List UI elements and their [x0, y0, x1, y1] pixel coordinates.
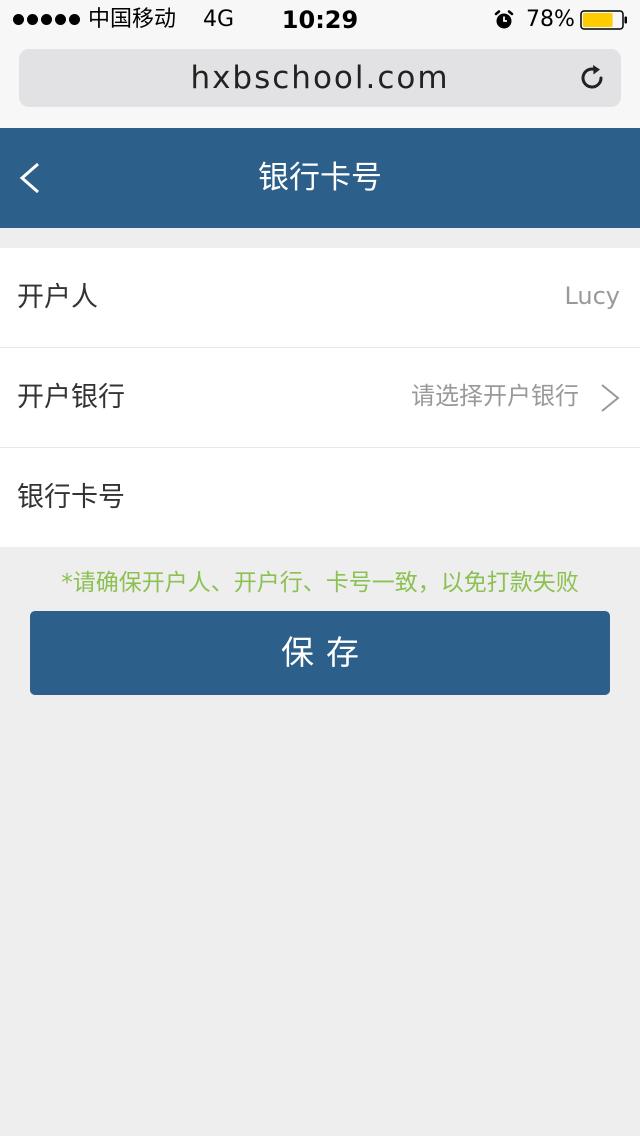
bank-card-form: 开户人 Lucy 开户银行 请选择开户银行 银行卡号 — [0, 248, 640, 547]
url-field[interactable]: hxbschool.com — [19, 49, 621, 107]
url-text[interactable]: hxbschool.com — [19, 49, 621, 107]
page-title: 银行卡号 — [258, 160, 382, 196]
browser-address-bar: hxbschool.com — [0, 40, 640, 128]
reload-icon[interactable] — [577, 63, 607, 93]
chevron-right-icon[interactable] — [598, 383, 622, 413]
account-holder-row: 开户人 Lucy — [0, 248, 640, 348]
account-holder-label: 开户人 — [17, 282, 98, 313]
save-button[interactable]: 保存 — [30, 611, 610, 695]
notice-text: *请确保开户人、开户行、卡号一致，以免打款失败 — [61, 570, 579, 596]
card-number-label: 银行卡号 — [17, 482, 125, 513]
nav-header: 银行卡号 — [0, 128, 640, 228]
account-holder-value: Lucy — [564, 282, 620, 310]
card-number-input[interactable] — [160, 468, 624, 526]
alarm-icon — [494, 10, 514, 29]
bank-label: 开户银行 — [17, 382, 125, 413]
status-bar: 中国移动 4G 10:29 78% — [0, 0, 640, 40]
battery-icon — [580, 10, 627, 30]
battery-percent: 78% — [526, 7, 575, 32]
bank-select-placeholder[interactable]: 请选择开户银行 — [411, 348, 579, 444]
bank-select-row[interactable]: 开户银行 请选择开户银行 — [0, 348, 640, 448]
card-number-row: 银行卡号 — [0, 448, 640, 547]
